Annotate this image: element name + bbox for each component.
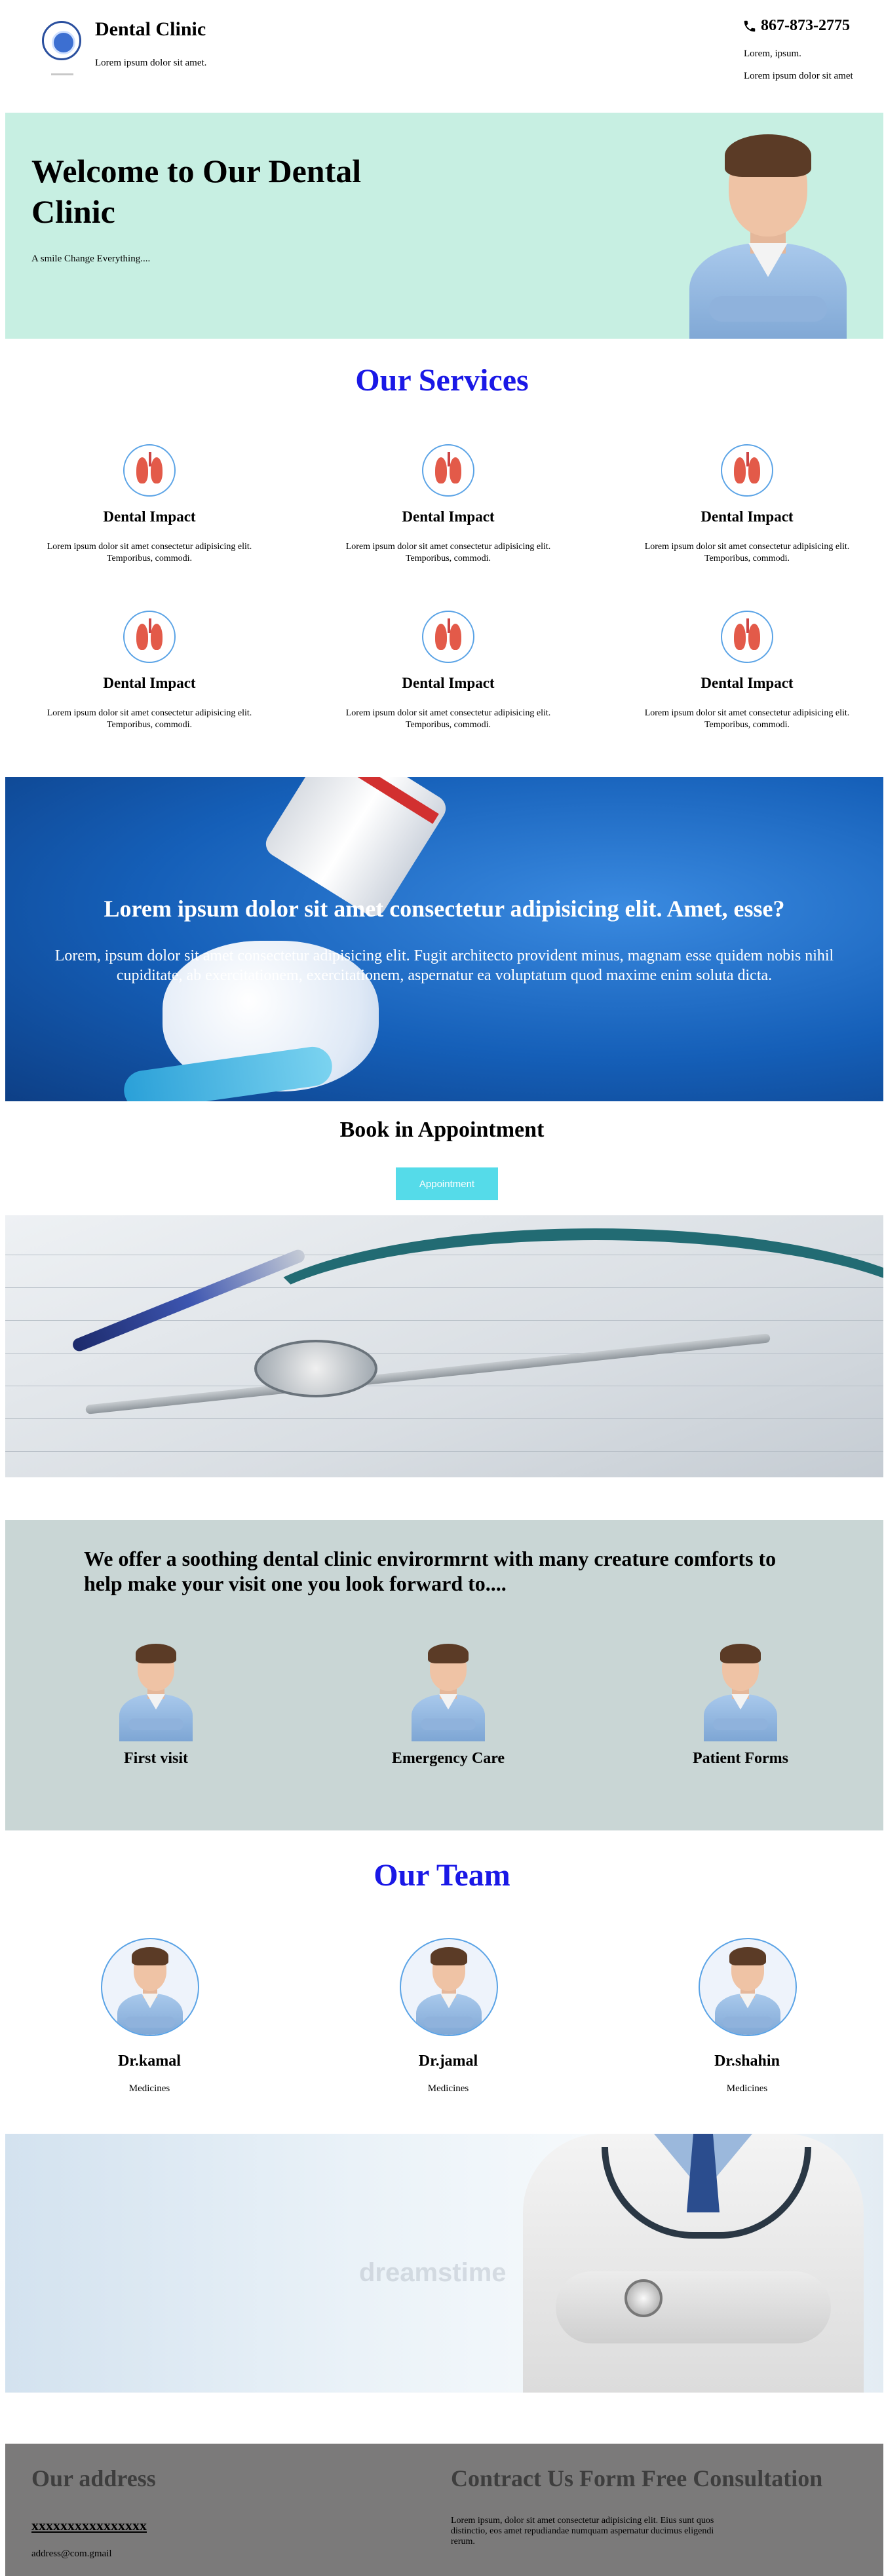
member-name: Dr.jamal xyxy=(418,2053,478,2070)
hero-person-image xyxy=(670,126,866,339)
service-text: Lorem ipsum dolor sit amet consectetur a… xyxy=(47,708,252,730)
image-watermark: dreamstime xyxy=(359,2258,507,2287)
service-title: Dental Impact xyxy=(402,508,495,525)
lungs-icon xyxy=(123,444,176,497)
lungs-icon xyxy=(422,611,474,663)
site-tagline: Lorem ipsum dolor sit amet. xyxy=(95,58,207,68)
comforts-section: We offer a soothing dental clinic enviro… xyxy=(5,1520,883,1830)
comforts-title: We offer a soothing dental clinic enviro… xyxy=(84,1547,777,1595)
service-title: Dental Impact xyxy=(701,508,794,525)
watch-icon xyxy=(625,2279,663,2317)
contact-form-text: Lorem ipsum, dolor sit amet consectetur … xyxy=(451,2516,714,2547)
tooth-icon xyxy=(52,31,75,54)
address-title: Our address xyxy=(31,2465,156,2491)
phone-icon xyxy=(744,20,756,31)
member-role: Medicines xyxy=(427,2083,469,2094)
logo-caption-line xyxy=(51,73,73,75)
service-text: Lorem ipsum dolor sit amet consectetur a… xyxy=(345,542,551,563)
person-image xyxy=(110,1640,202,1741)
hero-section: Welcome to Our Dental Clinic A smile Cha… xyxy=(5,113,883,339)
service-title: Dental Impact xyxy=(103,675,196,691)
service-text: Lorem ipsum dolor sit amet consectetur a… xyxy=(644,708,850,730)
address-line: xxxxxxxxxxxxxxxx xyxy=(31,2517,147,2533)
lungs-icon xyxy=(123,611,176,663)
banner-text: Lorem, ipsum dolor sit amet consectetur … xyxy=(54,947,834,984)
member-name: Dr.kamal xyxy=(118,2053,181,2070)
comfort-label: First visit xyxy=(124,1750,188,1767)
phone-number: 867-873-2775 xyxy=(761,17,850,34)
service-title: Dental Impact xyxy=(103,508,196,525)
contact-line-2: Lorem ipsum dolor sit amet xyxy=(744,71,853,81)
service-title: Dental Impact xyxy=(701,675,794,691)
service-text: Lorem ipsum dolor sit amet consectetur a… xyxy=(644,542,850,563)
service-text: Lorem ipsum dolor sit amet consectetur a… xyxy=(345,708,551,730)
crossed-arms xyxy=(556,2271,831,2343)
clinic-logo[interactable] xyxy=(42,21,81,60)
person-image xyxy=(402,1640,494,1741)
service-text: Lorem ipsum dolor sit amet consectetur a… xyxy=(47,542,252,563)
avatar xyxy=(400,1938,498,2036)
member-role: Medicines xyxy=(128,2083,170,2094)
team-title: Our Team xyxy=(374,1858,510,1893)
comfort-label: Emergency Care xyxy=(391,1750,505,1767)
contact-form-title: Contract Us Form Free Consultation xyxy=(451,2465,823,2491)
lungs-icon xyxy=(721,444,773,497)
hero-title: Welcome to Our Dental Clinic xyxy=(31,153,362,230)
phone-contact[interactable]: 867-873-2775 xyxy=(742,17,850,35)
person-image xyxy=(695,1640,786,1741)
stethoscope-image xyxy=(5,1215,883,1477)
toothpaste-banner: Lorem ipsum dolor sit amet consectetur a… xyxy=(5,777,883,1101)
appointment-button[interactable]: Appointment xyxy=(396,1167,498,1200)
address-email[interactable]: address@com.gmail xyxy=(31,2548,112,2560)
hero-subtitle: A smile Change Everything.... xyxy=(31,254,151,264)
avatar xyxy=(101,1938,199,2036)
site-footer: Our address xxxxxxxxxxxxxxxx address@com… xyxy=(5,2444,883,2576)
stethoscope-chestpiece xyxy=(254,1340,377,1397)
site-header: Dental Clinic Lorem ipsum dolor sit amet… xyxy=(0,0,884,111)
avatar xyxy=(699,1938,797,2036)
banner-title: Lorem ipsum dolor sit amet consectetur a… xyxy=(104,896,785,922)
lungs-icon xyxy=(422,444,474,497)
member-role: Medicines xyxy=(726,2083,768,2094)
doctor-banner-image: dreamstime xyxy=(5,2134,883,2393)
comfort-label: Patient Forms xyxy=(693,1750,788,1767)
appointment-title: Book in Appointment xyxy=(339,1118,545,1142)
site-title: Dental Clinic xyxy=(95,18,206,40)
services-title: Our Services xyxy=(355,363,529,398)
member-name: Dr.shahin xyxy=(714,2053,780,2070)
lungs-icon xyxy=(721,611,773,663)
service-title: Dental Impact xyxy=(402,675,495,691)
contact-line-1: Lorem, ipsum. xyxy=(744,48,801,59)
